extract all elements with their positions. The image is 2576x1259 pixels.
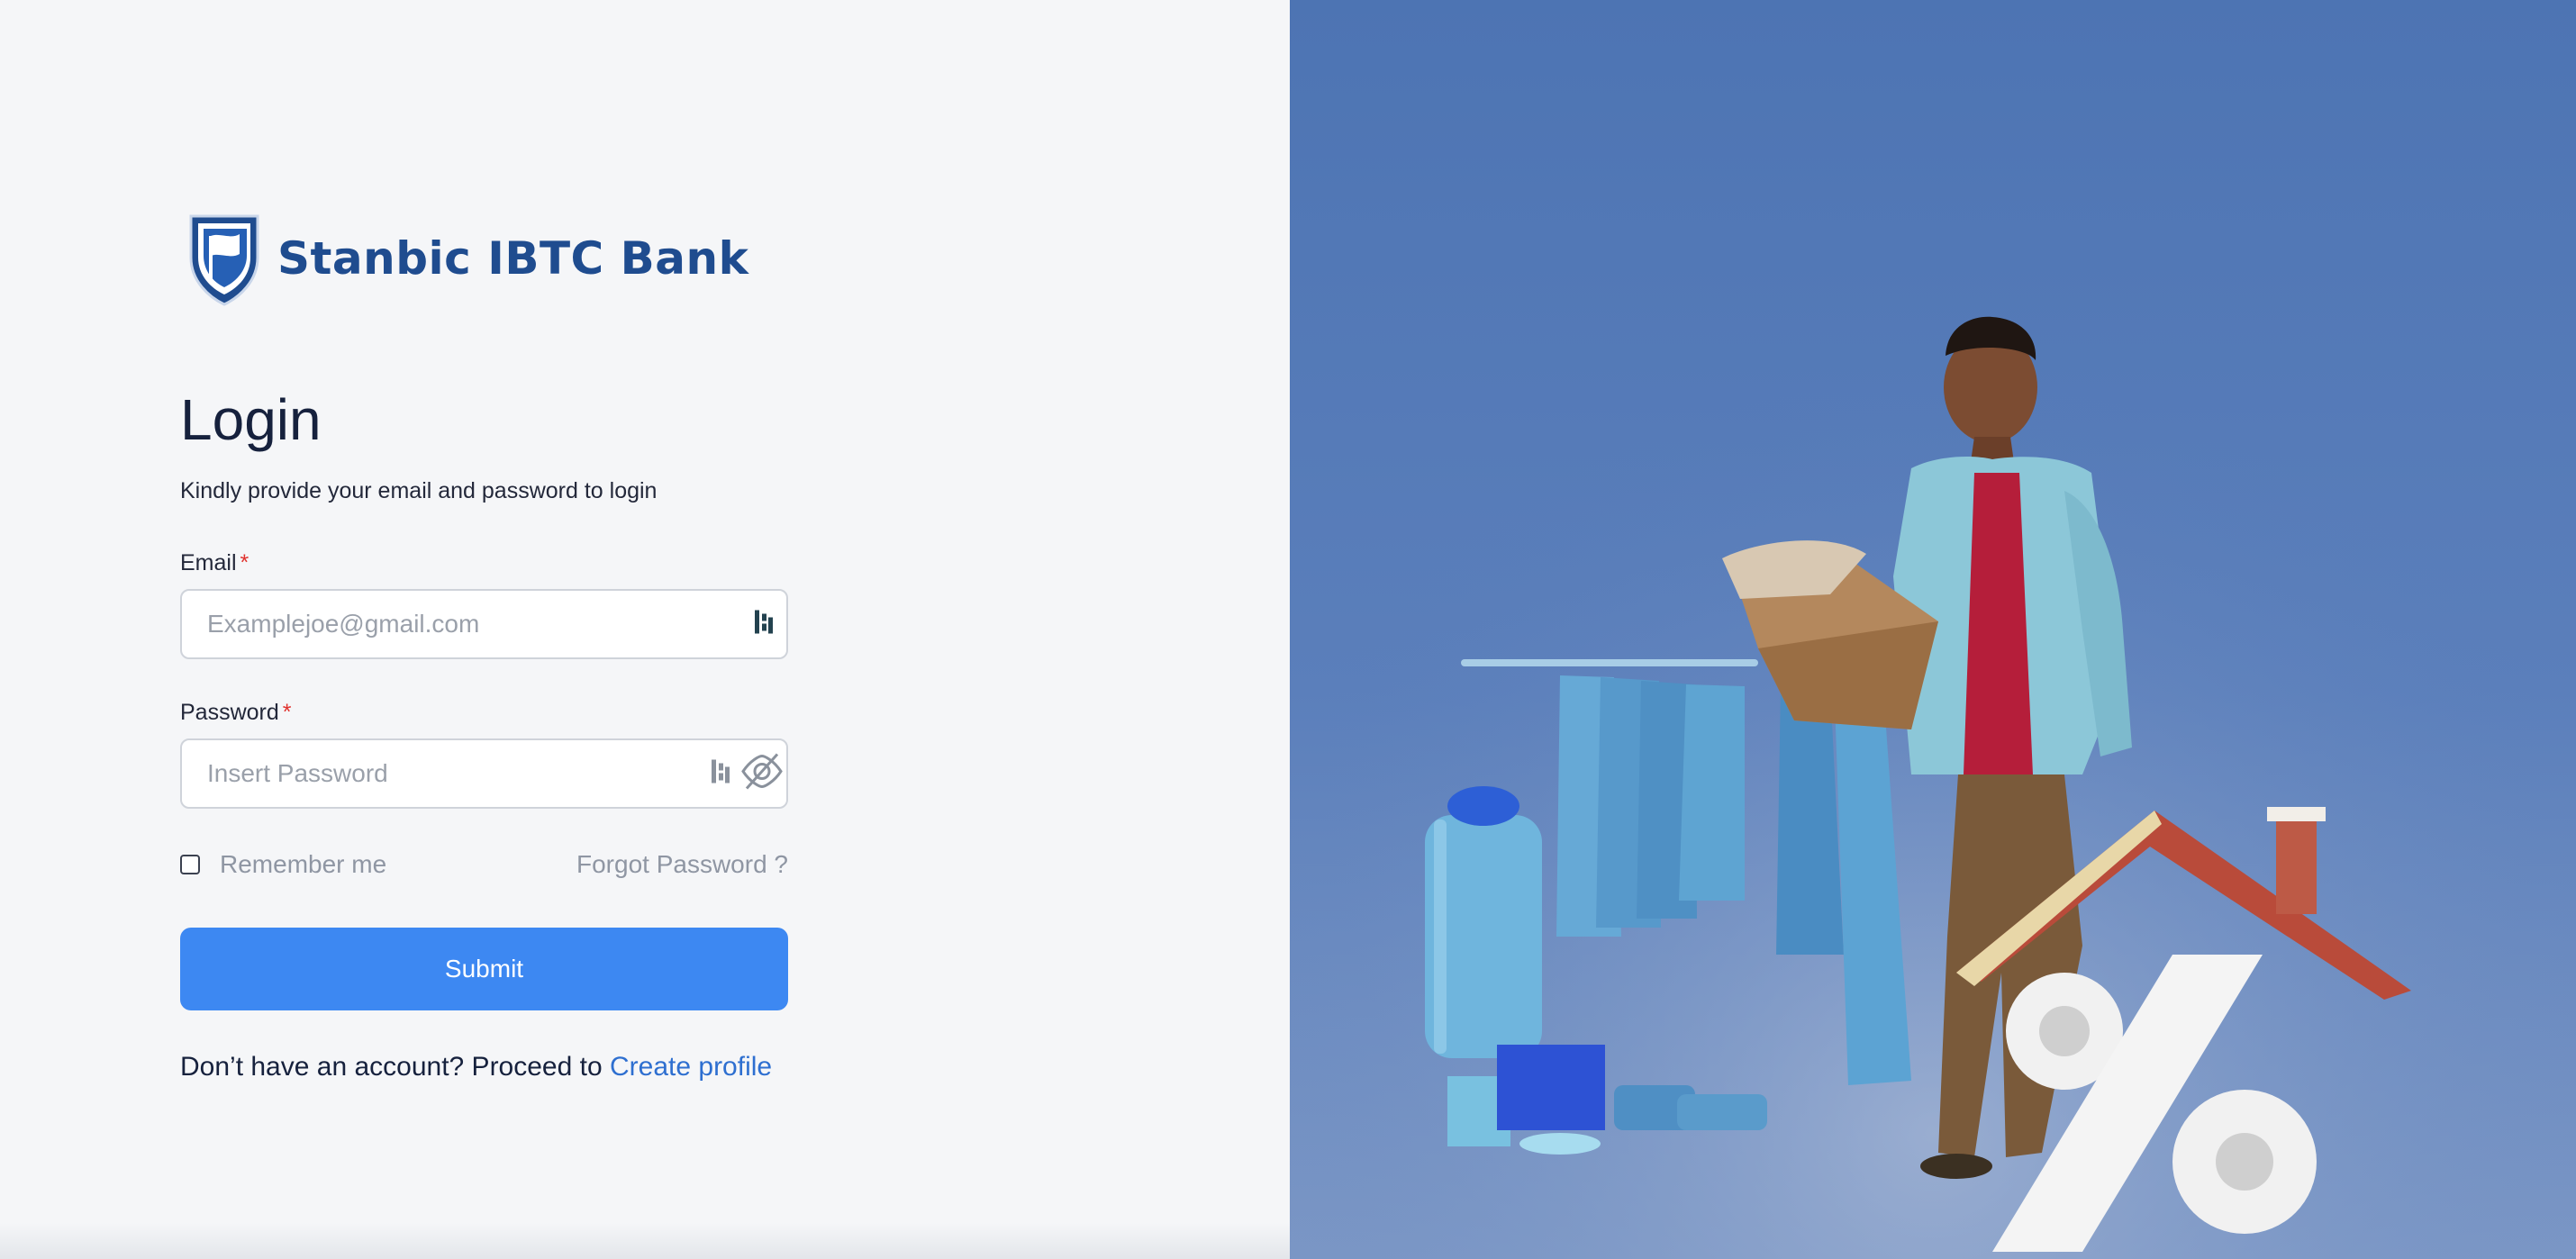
bank-name: Stanbic IBTC Bank bbox=[277, 232, 749, 285]
login-form: Login Kindly provide your email and pass… bbox=[180, 382, 788, 1082]
hero-illustration bbox=[1290, 0, 2576, 1259]
eye-off-icon[interactable] bbox=[739, 751, 785, 797]
password-label: Password * bbox=[180, 697, 788, 728]
shoes bbox=[1519, 1133, 1601, 1155]
login-panel: Stanbic IBTC Bank Login Kindly provide y… bbox=[0, 0, 1290, 1259]
email-field[interactable] bbox=[180, 589, 788, 659]
password-manager-icon[interactable] bbox=[754, 609, 774, 640]
panel-bottom-shadow bbox=[0, 1223, 1290, 1259]
password-manager-icon[interactable] bbox=[711, 758, 730, 790]
required-mark: * bbox=[240, 550, 249, 575]
password-field[interactable] bbox=[180, 738, 788, 809]
login-options-row: Remember me Forgot Password ? bbox=[180, 848, 788, 881]
page-subtitle: Kindly provide your email and password t… bbox=[180, 478, 658, 503]
bank-logo: Stanbic IBTC Bank bbox=[184, 211, 748, 306]
submit-button[interactable]: Submit bbox=[180, 928, 788, 1010]
email-input[interactable] bbox=[205, 609, 677, 639]
shield-logo-icon bbox=[189, 214, 259, 306]
password-input[interactable] bbox=[205, 758, 677, 789]
email-label-text: Email bbox=[180, 550, 237, 575]
folded-clothes bbox=[1677, 1094, 1767, 1130]
remember-me-label[interactable]: Remember me bbox=[220, 850, 386, 879]
suitcase bbox=[1425, 786, 1542, 1058]
page-title: Login bbox=[180, 387, 322, 452]
signup-prompt: Don’t have an account? Proceed to Create… bbox=[180, 1052, 788, 1082]
create-profile-link[interactable]: Create profile bbox=[610, 1052, 772, 1082]
hero-image bbox=[1290, 0, 2576, 1259]
remember-me[interactable]: Remember me bbox=[180, 850, 386, 879]
forgot-password-link[interactable]: Forgot Password ? bbox=[576, 850, 788, 879]
signup-prompt-text: Don’t have an account? Proceed to bbox=[180, 1052, 603, 1082]
remember-me-checkbox[interactable] bbox=[180, 855, 200, 874]
shopping-bag bbox=[1497, 1045, 1605, 1130]
password-label-text: Password bbox=[180, 700, 279, 725]
email-label: Email * bbox=[180, 548, 788, 578]
required-mark: * bbox=[282, 700, 292, 725]
